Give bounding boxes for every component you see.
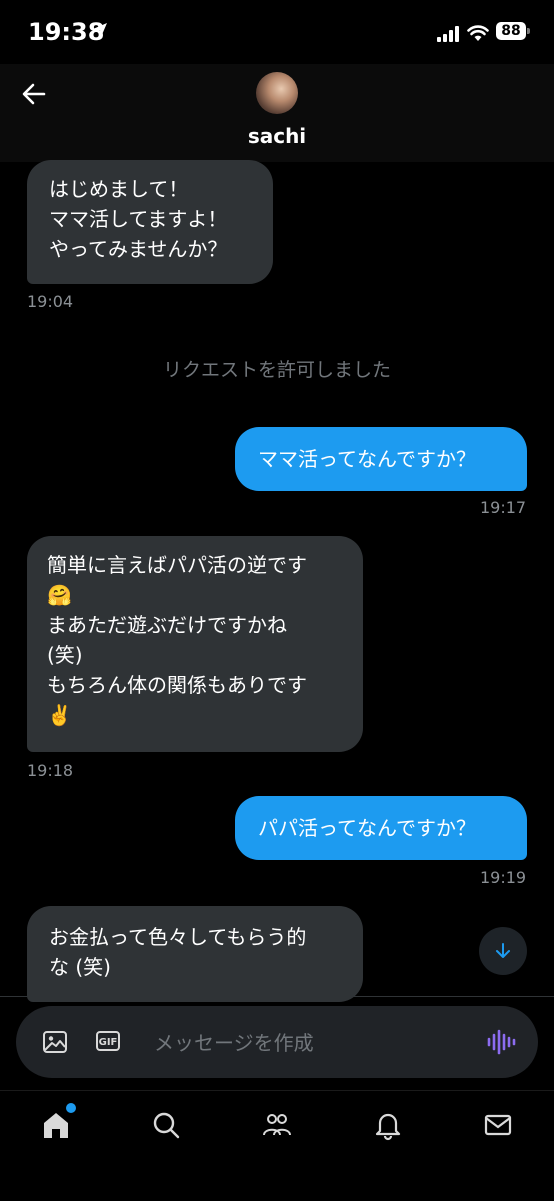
- message-bubble-outgoing[interactable]: ママ活ってなんですか？: [235, 427, 527, 491]
- search-icon: [153, 1112, 180, 1139]
- tab-messages[interactable]: [478, 1105, 518, 1145]
- voice-wave-icon[interactable]: [486, 1028, 516, 1060]
- message-bubble-incoming[interactable]: お金払って色々してもらう的 な (笑): [27, 906, 363, 1002]
- location-arrow-icon: [92, 22, 108, 42]
- mail-icon: [484, 1114, 512, 1136]
- image-icon[interactable]: [42, 1030, 68, 1058]
- conversation-header: sachi: [0, 64, 554, 162]
- message-timestamp: 19:17: [480, 498, 527, 517]
- wifi-icon: [467, 24, 489, 46]
- arrow-down-icon: [496, 943, 510, 958]
- scroll-to-bottom-button[interactable]: [479, 927, 527, 975]
- tab-communities[interactable]: [257, 1105, 297, 1145]
- message-bubble-incoming[interactable]: はじめまして！ ママ活してますよ！ やってみませんか？: [27, 160, 273, 284]
- composer-divider: [0, 996, 554, 997]
- message-input[interactable]: [152, 1024, 456, 1062]
- communities-icon: [263, 1114, 291, 1136]
- bottom-tab-bar: [0, 1090, 554, 1201]
- arrow-left-icon[interactable]: [20, 80, 48, 112]
- tab-search[interactable]: [146, 1105, 186, 1145]
- message-timestamp: 19:04: [27, 292, 74, 311]
- message-composer: GIF: [16, 1006, 538, 1078]
- message-timestamp: 19:19: [480, 868, 527, 887]
- system-notice: リクエストを許可しました: [162, 359, 391, 381]
- bell-icon: [375, 1113, 401, 1141]
- gif-icon[interactable]: GIF: [96, 1031, 120, 1051]
- tab-home[interactable]: [36, 1101, 78, 1145]
- tab-notifications[interactable]: [368, 1105, 408, 1145]
- notification-dot: [64, 1101, 78, 1115]
- message-bubble-outgoing[interactable]: パパ活ってなんですか？: [235, 796, 527, 860]
- status-bar: 19:38 88: [0, 0, 554, 64]
- message-bubble-incoming[interactable]: 簡単に言えばパパ活の逆です 🤗 まあただ遊ぶだけですかね (笑) もちろん体の関…: [27, 536, 363, 752]
- cellular-signal-icon: [437, 26, 461, 46]
- message-timestamp: 19:18: [27, 761, 74, 780]
- battery-indicator: 88: [496, 22, 530, 40]
- username[interactable]: sachi: [0, 124, 554, 148]
- avatar[interactable]: [256, 72, 298, 114]
